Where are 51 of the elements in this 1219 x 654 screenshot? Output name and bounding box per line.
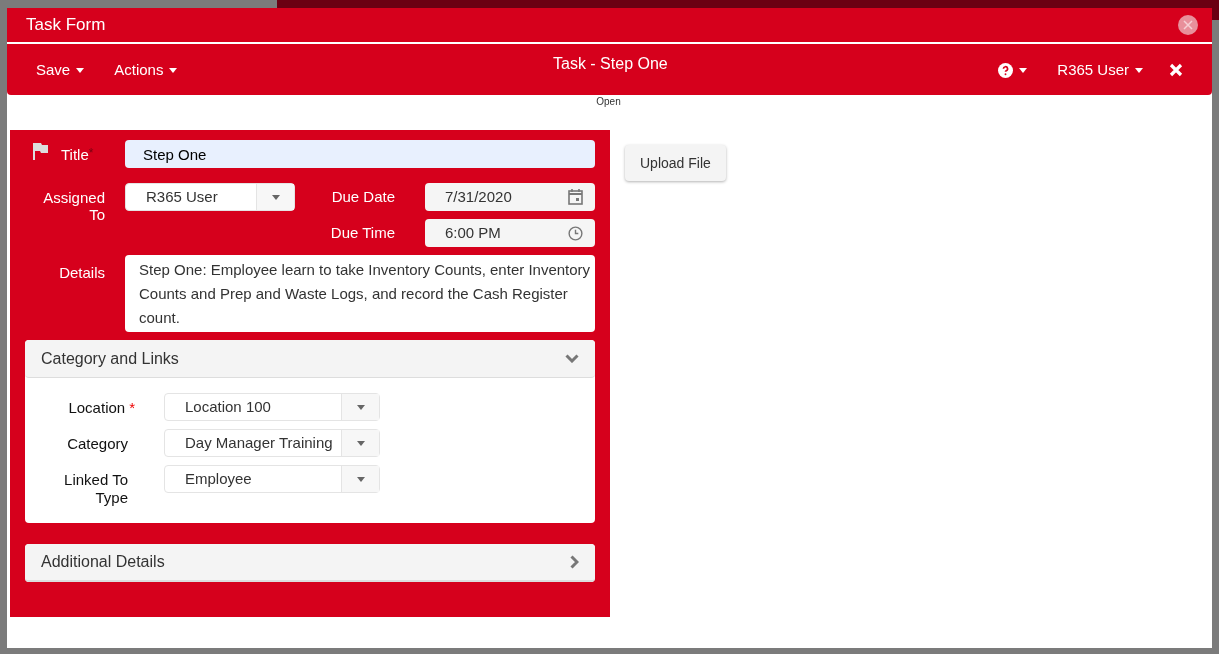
section-header[interactable]: Additional Details [25, 544, 595, 582]
close-icon[interactable] [1169, 63, 1183, 78]
user-menu-button[interactable]: R365 User [1057, 59, 1143, 82]
required-marker: * [88, 144, 94, 162]
dropdown-field[interactable]: R365 User [125, 183, 295, 211]
section-header[interactable]: Category and Links [25, 340, 595, 378]
field-label: Title [61, 144, 89, 165]
time-value: 6:00 PM [445, 222, 502, 243]
dropdown-value: Location 100 [184, 397, 272, 417]
caret-icon [356, 440, 365, 446]
caret-icon [169, 67, 178, 73]
caret-icon [1019, 67, 1028, 73]
date-value: 7/31/2020 [445, 186, 513, 207]
chevron-down-icon [565, 354, 579, 363]
title-field[interactable]: Step One [125, 140, 595, 168]
field-label: Assigned To [42, 189, 105, 225]
field-label: Due Time [329, 222, 395, 243]
dropdown-field[interactable]: Employee [164, 465, 380, 493]
clock-icon [568, 225, 583, 241]
upload-file-button[interactable]: Upload File [625, 145, 726, 181]
caret-icon [1135, 67, 1143, 73]
field-label: Category [66, 435, 128, 453]
caret-icon [356, 476, 365, 482]
menu-button[interactable]: Save [36, 59, 85, 82]
field-label: Location [67, 399, 126, 417]
close-button[interactable] [1178, 15, 1198, 35]
menu-button[interactable]: Actions [114, 59, 178, 82]
dropdown-value: Day Manager Training [184, 433, 334, 453]
help-icon [998, 62, 1014, 78]
close-icon [1183, 20, 1193, 30]
caret-icon [271, 194, 280, 200]
dropdown-field[interactable]: Location 100 [164, 393, 380, 421]
dropdown-value: R365 User [145, 187, 219, 207]
toolbar-title: Task - Step One [553, 54, 668, 74]
window-title: Task Form [26, 14, 106, 37]
date-field[interactable]: 7/31/2020 [425, 183, 595, 211]
help-button[interactable] [998, 62, 1028, 78]
dropdown-value: Employee [184, 469, 253, 489]
required-marker: * [129, 399, 135, 417]
field-label: Details [58, 263, 105, 283]
flag-icon [32, 142, 50, 160]
dropdown-field[interactable]: Day Manager Training [164, 429, 380, 457]
caret-icon [76, 67, 85, 73]
field-label: Due Date [330, 186, 395, 207]
caret-icon [356, 404, 365, 410]
field-label: Linked To Type [63, 471, 128, 507]
time-field[interactable]: 6:00 PM [425, 219, 595, 247]
status-text: Open [596, 96, 621, 108]
calendar-icon [568, 189, 583, 205]
chevron-right-icon [570, 555, 579, 569]
details-field[interactable]: Step One: Employee learn to take Inventory Counts, enter Inventory Counts and Prep and Waste Logs, and record the Cash Register count. [125, 255, 595, 332]
